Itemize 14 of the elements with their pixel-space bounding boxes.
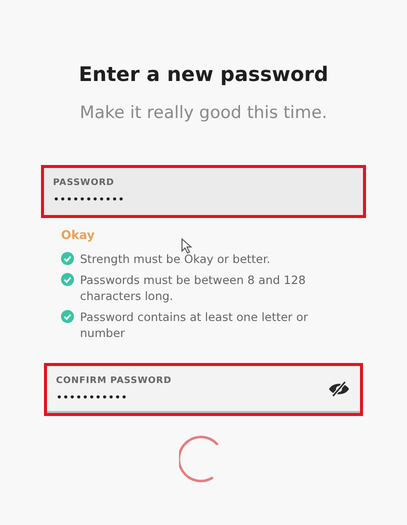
password-dots: ••••••••••• xyxy=(56,392,128,403)
confirm-password-field[interactable]: CONFIRM PASSWORD ••••••••••• xyxy=(44,362,363,416)
requirement-text: Password contains at least one letter or number xyxy=(80,308,309,340)
field-label: PASSWORD xyxy=(53,177,116,190)
requirement-text: Strength must be Okay or better. xyxy=(80,250,270,266)
requirement-text: Passwords must be between 8 and 128 characters long. xyxy=(80,272,307,304)
hidden-eye-icon[interactable] xyxy=(328,381,350,397)
password-dots: ••••••••••• xyxy=(53,194,126,205)
heading: Enter a new password xyxy=(78,62,328,87)
subheading: Make it really good this time. xyxy=(80,102,328,125)
cursor-icon xyxy=(181,238,192,254)
strength-label: Okay xyxy=(61,226,96,244)
field-label: CONFIRM PASSWORD xyxy=(56,375,173,388)
password-field[interactable]: PASSWORD ••••••••••• xyxy=(41,164,366,218)
